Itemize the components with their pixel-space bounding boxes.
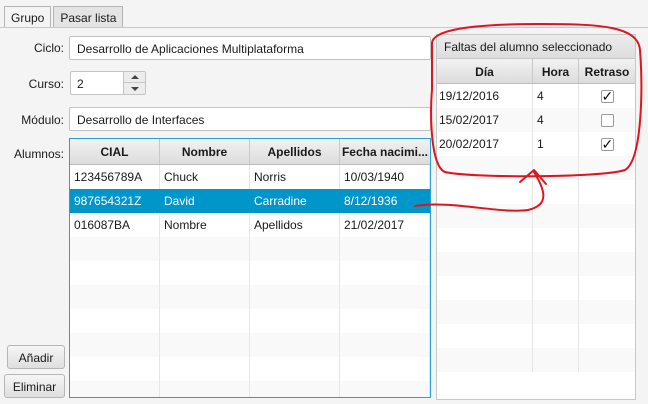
table-row[interactable]: 19/12/2016 4: [437, 84, 635, 108]
faltas-table-header: Día Hora Retraso: [437, 59, 635, 84]
column-header-dia[interactable]: Día: [437, 59, 533, 83]
cell-retraso: [579, 132, 635, 156]
alumnos-table[interactable]: CIAL Nombre Apellidos Fecha nacimi... 12…: [69, 138, 431, 398]
empty-row: [70, 309, 430, 333]
empty-row: [437, 324, 635, 348]
curso-spinner[interactable]: 2: [70, 71, 146, 95]
cell-retraso: [579, 84, 635, 108]
retraso-checkbox[interactable]: [600, 88, 614, 105]
column-header-hora[interactable]: Hora: [533, 59, 579, 83]
alumnos-label: Alumnos:: [13, 147, 64, 161]
spinner-decrement-button[interactable]: [124, 83, 145, 94]
tab-bar: Grupo Pasar lista: [4, 6, 125, 28]
faltas-table[interactable]: Día Hora Retraso 19/12/2016 4 15/02/2017…: [437, 59, 635, 372]
column-header-retraso[interactable]: Retraso: [579, 59, 635, 83]
ciclo-field[interactable]: Desarrollo de Aplicaciones Multiplatafor…: [69, 36, 431, 60]
modulo-label: Módulo:: [21, 113, 64, 127]
delete-button[interactable]: Eliminar: [4, 374, 65, 398]
table-row[interactable]: 123456789A Chuck Norris 10/03/1940: [70, 165, 430, 189]
empty-row: [437, 204, 635, 228]
arrow-down-icon: [130, 86, 139, 91]
curso-value[interactable]: 2: [77, 77, 84, 91]
cell-fecha: 21/02/2017: [340, 213, 430, 237]
spinner-increment-button[interactable]: [124, 72, 145, 83]
cell-hora: 4: [533, 84, 579, 108]
empty-row: [70, 285, 430, 309]
cell-apellidos: Carradine: [250, 189, 340, 213]
empty-row: [437, 300, 635, 324]
cell-dia: 20/02/2017: [437, 132, 533, 156]
tab-grupo[interactable]: Grupo: [4, 6, 52, 28]
empty-row: [437, 252, 635, 276]
cell-cial: 987654321Z: [70, 189, 160, 213]
empty-row: [70, 261, 430, 285]
cell-apellidos: Norris: [250, 165, 340, 189]
add-button[interactable]: Añadir: [7, 345, 65, 369]
empty-row: [70, 381, 430, 397]
cell-cial: 016087BA: [70, 213, 160, 237]
cell-fecha: 10/03/1940: [340, 165, 430, 189]
cell-fecha: 8/12/1936: [340, 189, 430, 213]
column-header-cial[interactable]: CIAL: [70, 139, 160, 164]
cell-apellidos: Apellidos: [250, 213, 340, 237]
empty-row: [437, 156, 635, 180]
table-row[interactable]: 15/02/2017 4: [437, 108, 635, 132]
cell-dia: 15/02/2017: [437, 108, 533, 132]
spinner-buttons: [123, 72, 145, 94]
retraso-checkbox[interactable]: [600, 114, 614, 127]
arrow-up-icon: [130, 75, 139, 79]
column-header-nombre[interactable]: Nombre: [160, 139, 250, 164]
cell-hora: 1: [533, 132, 579, 156]
cell-cial: 123456789A: [70, 165, 160, 189]
table-row[interactable]: 016087BA Nombre Apellidos 21/02/2017: [70, 213, 430, 237]
curso-label: Curso:: [28, 77, 64, 91]
cell-dia: 19/12/2016: [437, 84, 533, 108]
modulo-field[interactable]: Desarrollo de Interfaces: [69, 107, 431, 131]
column-header-apellidos[interactable]: Apellidos: [250, 139, 340, 164]
table-row-selected[interactable]: 987654321Z David Carradine 8/12/1936: [70, 189, 430, 213]
table-row[interactable]: 20/02/2017 1: [437, 132, 635, 156]
cell-nombre: Nombre: [160, 213, 250, 237]
empty-row: [70, 237, 430, 261]
tab-divider: [0, 27, 648, 28]
ciclo-label: Ciclo:: [33, 41, 64, 55]
cell-hora: 4: [533, 108, 579, 132]
faltas-panel: Faltas del alumno seleccionado Día Hora …: [436, 34, 636, 400]
empty-row: [437, 180, 635, 204]
cell-nombre: David: [160, 189, 250, 213]
alumnos-table-header: CIAL Nombre Apellidos Fecha nacimi...: [70, 139, 430, 165]
empty-row: [70, 333, 430, 357]
tab-pasar-lista[interactable]: Pasar lista: [53, 6, 124, 28]
cell-retraso: [579, 108, 635, 132]
faltas-panel-title: Faltas del alumno seleccionado: [437, 35, 635, 59]
empty-row: [70, 357, 430, 381]
empty-row: [437, 348, 635, 372]
column-header-fecha[interactable]: Fecha nacimi...: [340, 139, 430, 164]
cell-nombre: Chuck: [160, 165, 250, 189]
retraso-checkbox[interactable]: [600, 136, 614, 153]
empty-row: [437, 276, 635, 300]
empty-row: [437, 228, 635, 252]
